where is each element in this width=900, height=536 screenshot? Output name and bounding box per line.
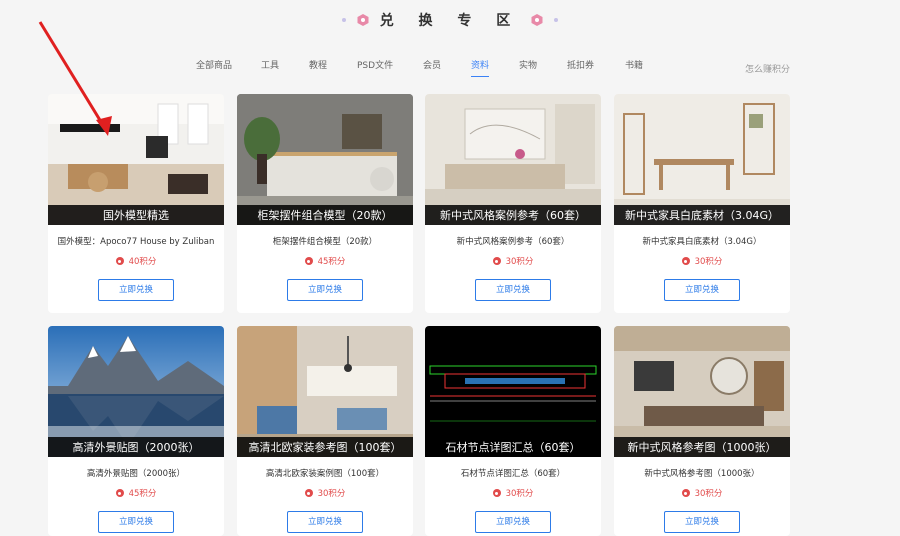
earn-points-link[interactable]: 怎么赚积分 [745, 62, 790, 75]
card-points: 40积分 [48, 255, 224, 267]
redeem-button[interactable]: 立即兑换 [664, 279, 740, 301]
card-points: 30积分 [425, 255, 601, 267]
product-card[interactable]: 新中式家具白底素材（3.04G） 新中式家具白底素材（3.04G） 30积分 立… [614, 94, 790, 313]
redeem-button[interactable]: 立即兑换 [287, 511, 363, 533]
card-caption: 新中式风格参考图（1000张） [614, 437, 790, 457]
points-value: 30积分 [694, 489, 723, 499]
product-card[interactable]: 高清外景贴图（2000张） 高清外景贴图（2000张） 45积分 立即兑换 [48, 326, 224, 536]
nav-item-psd[interactable]: PSD文件 [357, 58, 393, 71]
redeem-button[interactable]: 立即兑换 [475, 511, 551, 533]
nav-item-books[interactable]: 书籍 [625, 58, 643, 71]
card-description: 高清北欧家装案例图（100套） [265, 469, 385, 479]
annotation-arrow-icon [38, 21, 112, 136]
card-description: 新中式风格案例参考（60套） [456, 237, 570, 247]
card-points: 30积分 [614, 487, 790, 499]
card-points: 45积分 [48, 487, 224, 499]
card-description: 高清外景贴图（2000张） [86, 469, 186, 479]
card-description: 石材节点详图汇总（60套） [460, 469, 566, 479]
card-description: 国外模型：Apoco77 House by Zuliban [57, 237, 215, 247]
decor-dot [341, 18, 346, 22]
card-caption: 新中式风格案例参考（60套） [425, 205, 601, 225]
nav-item-tools[interactable]: 工具 [261, 58, 279, 71]
card-points: 30积分 [237, 487, 413, 499]
product-image: 石材节点详图汇总（60套） [425, 326, 601, 457]
card-points: 30积分 [425, 487, 601, 499]
product-image: 高清北欧家装参考图（100套） [237, 326, 413, 457]
redeem-button[interactable]: 立即兑换 [475, 279, 551, 301]
points-icon [304, 257, 313, 265]
redeem-button[interactable]: 立即兑换 [98, 279, 174, 301]
card-caption: 高清北欧家装参考图（100套） [237, 437, 413, 457]
decor-dot [554, 18, 559, 22]
nav-item-materials[interactable]: 资料 [471, 58, 490, 77]
points-value: 30积分 [505, 257, 534, 267]
nav-item-tutorials[interactable]: 教程 [309, 58, 327, 71]
points-icon [492, 489, 501, 497]
points-icon [681, 489, 690, 497]
card-description: 新中式风格参考图（1000张） [644, 469, 760, 479]
product-image: 柜架摆件组合模型（20款） [237, 94, 413, 225]
nav-item-all[interactable]: 全部商品 [196, 58, 232, 71]
card-caption: 国外模型精选 [48, 205, 224, 225]
card-description: 新中式家具白底素材（3.04G） [642, 237, 762, 247]
card-description: 柜架摆件组合模型（20款） [272, 237, 378, 247]
card-caption: 新中式家具白底素材（3.04G） [614, 205, 790, 225]
card-points: 45积分 [237, 255, 413, 267]
page-title: 兑 换 专 区 [379, 13, 521, 29]
redeem-button[interactable]: 立即兑换 [287, 279, 363, 301]
product-image: 高清外景贴图（2000张） [48, 326, 224, 457]
points-value: 30积分 [694, 257, 723, 267]
product-image: 新中式风格参考图（1000张） [614, 326, 790, 457]
points-value: 30积分 [317, 489, 346, 499]
nav-item-physical[interactable]: 实物 [519, 58, 537, 71]
product-card[interactable]: 新中式风格参考图（1000张） 新中式风格参考图（1000张） 30积分 立即兑… [614, 326, 790, 536]
title-wrap: 兑 换 专 区 [320, 8, 580, 32]
product-card[interactable]: 柜架摆件组合模型（20款） 柜架摆件组合模型（20款） 45积分 立即兑换 [237, 94, 413, 313]
points-icon [304, 489, 313, 497]
header: 兑 换 专 区 [0, 0, 900, 44]
product-card[interactable]: 石材节点详图汇总（60套） 石材节点详图汇总（60套） 30积分 立即兑换 [425, 326, 601, 536]
hexagon-icon [531, 14, 543, 26]
points-icon [115, 257, 124, 265]
redeem-button[interactable]: 立即兑换 [664, 511, 740, 533]
card-caption: 高清外景贴图（2000张） [48, 437, 224, 457]
product-card[interactable]: 新中式风格案例参考（60套） 新中式风格案例参考（60套） 30积分 立即兑换 [425, 94, 601, 313]
redeem-button[interactable]: 立即兑换 [98, 511, 174, 533]
product-image: 新中式家具白底素材（3.04G） [614, 94, 790, 225]
points-value: 40积分 [128, 257, 157, 267]
product-card[interactable]: 高清北欧家装参考图（100套） 高清北欧家装案例图（100套） 30积分 立即兑… [237, 326, 413, 536]
card-caption: 柜架摆件组合模型（20款） [237, 205, 413, 225]
points-value: 45积分 [317, 257, 346, 267]
hexagon-icon [357, 14, 369, 26]
card-points: 30积分 [614, 255, 790, 267]
points-icon [492, 257, 501, 265]
product-image: 新中式风格案例参考（60套） [425, 94, 601, 225]
points-value: 30积分 [505, 489, 534, 499]
nav-item-member[interactable]: 会员 [423, 58, 441, 71]
points-value: 45积分 [128, 489, 157, 499]
card-caption: 石材节点详图汇总（60套） [425, 437, 601, 457]
nav-item-coupon[interactable]: 抵扣券 [567, 58, 594, 71]
points-icon [681, 257, 690, 265]
points-icon [115, 489, 124, 497]
